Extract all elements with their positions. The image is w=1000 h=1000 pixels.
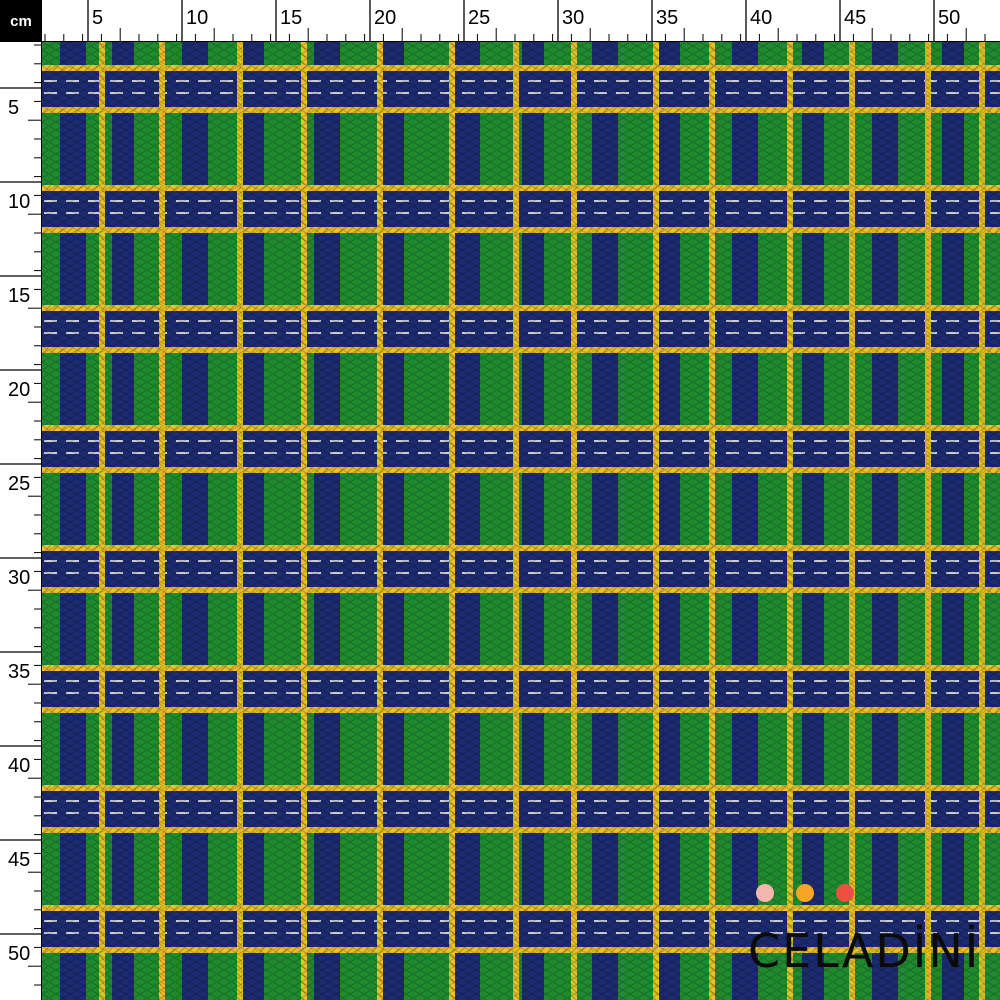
ruler-label: 25 — [8, 473, 30, 495]
unit-label: cm — [0, 0, 42, 42]
ruler-label: 10 — [8, 191, 30, 213]
ruler-label: 50 — [938, 7, 960, 29]
top-ruler: 5 10 15 20 25 30 35 40 45 50 — [42, 0, 1000, 42]
ruler-label: 40 — [8, 755, 30, 777]
ruler-label: 35 — [8, 661, 30, 683]
ruler-label: 30 — [8, 567, 30, 589]
ruler-label: 20 — [8, 379, 30, 401]
left-ruler: 5 10 15 20 25 30 35 40 45 50 — [0, 42, 42, 1000]
ruler-label: 35 — [656, 7, 678, 29]
ruler-label: 10 — [186, 7, 208, 29]
ruler-label: 20 — [374, 7, 396, 29]
ruler-label: 45 — [844, 7, 866, 29]
logo-dot — [796, 884, 814, 902]
brand-logo: CELADİNİ — [748, 884, 978, 974]
ruler-label: 25 — [468, 7, 490, 29]
fabric-swatch — [42, 42, 1000, 1000]
ruler-label: 30 — [562, 7, 584, 29]
ruler-label: 50 — [8, 943, 30, 965]
ruler-label: 15 — [8, 285, 30, 307]
brand-name: CELADİNİ — [748, 924, 981, 978]
ruler-label: 15 — [280, 7, 302, 29]
logo-dot — [836, 884, 854, 902]
ruler-label: 40 — [750, 7, 772, 29]
logo-dot — [756, 884, 774, 902]
ruler-label: 45 — [8, 849, 30, 871]
ruler-label: 5 — [92, 7, 103, 29]
ruler-label: 5 — [8, 97, 19, 119]
